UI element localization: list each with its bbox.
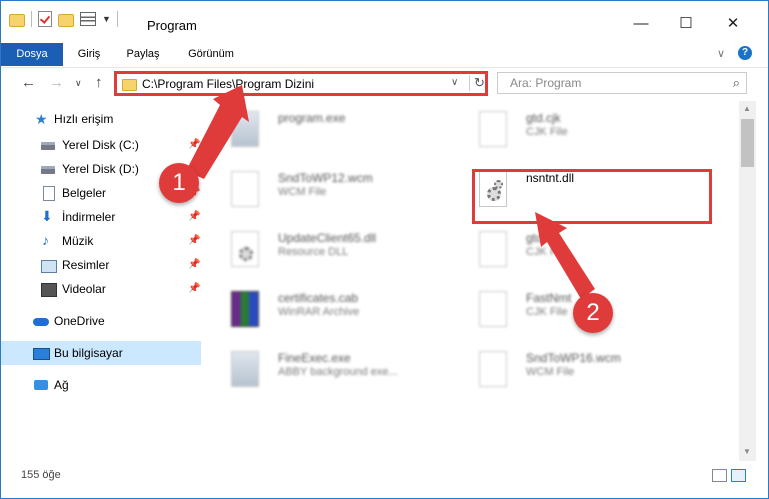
explorer-window: ▼ Program — ☐ ✕ Dosya Giriş Paylaş Görün… [0,0,769,499]
step-2-callout: 2 [573,293,613,333]
arrow-to-file [535,212,595,299]
step-1-callout: 1 [159,163,199,203]
annotation-arrows [186,85,595,299]
arrow-to-address-bar [186,85,249,179]
